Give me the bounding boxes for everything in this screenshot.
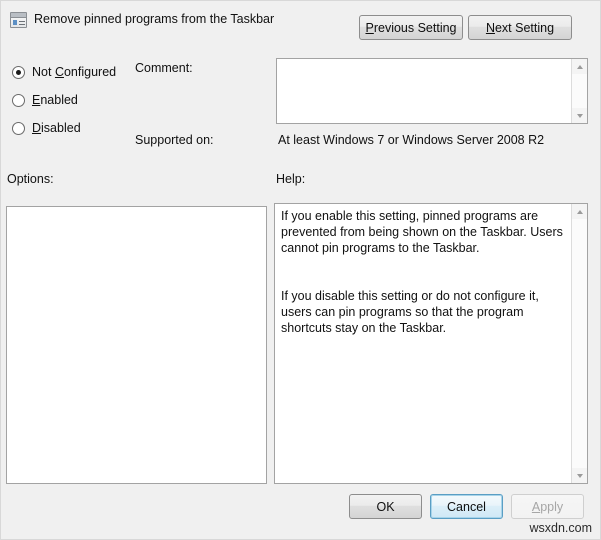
radio-label-accelerator: D <box>32 121 42 135</box>
apply-button-label: pply <box>540 499 564 514</box>
radio-label-post: onfigured <box>63 65 117 79</box>
radio-not-configured-mark <box>12 65 25 79</box>
scroll-up-icon[interactable] <box>572 59 587 74</box>
next-setting-label: ext Setting <box>494 20 555 35</box>
previous-setting-button[interactable]: Previous Setting <box>359 15 463 40</box>
policy-setting-icon <box>10 12 27 28</box>
supported-on-label: Supported on: <box>135 133 214 147</box>
radio-not-configured[interactable]: Not Configured <box>12 63 116 81</box>
ok-button-label: OK <box>376 499 395 514</box>
radio-enabled-label: Enabled <box>32 93 78 107</box>
radio-label-post: isabled <box>41 121 81 135</box>
radio-label-post: nabled <box>40 93 78 107</box>
radio-not-configured-label: Not Configured <box>32 65 116 79</box>
help-label: Help: <box>276 172 306 186</box>
scroll-down-icon[interactable] <box>572 468 587 483</box>
radio-disabled-mark <box>12 121 25 135</box>
previous-setting-label: revious Setting <box>373 20 457 35</box>
previous-setting-accelerator: P <box>365 20 374 35</box>
scroll-down-icon[interactable] <box>572 108 587 123</box>
radio-enabled[interactable]: Enabled <box>12 91 78 109</box>
radio-label-accelerator: C <box>54 65 64 79</box>
icon-line-shape <box>19 24 25 25</box>
ok-button[interactable]: OK <box>349 494 422 519</box>
radio-enabled-mark <box>12 93 25 107</box>
next-setting-button[interactable]: Next Setting <box>468 15 572 40</box>
next-setting-accelerator: N <box>485 20 495 35</box>
supported-on-value: At least Windows 7 or Windows Server 200… <box>278 133 545 147</box>
icon-titlebar-shape <box>11 13 26 18</box>
help-scroll-track[interactable] <box>572 219 587 468</box>
options-label: Options: <box>7 172 54 186</box>
apply-button[interactable]: Apply <box>511 494 584 519</box>
watermark: wsxdn.com <box>529 521 592 535</box>
comment-scrollbar[interactable] <box>571 59 587 123</box>
page-title: Remove pinned programs from the Taskbar <box>34 12 275 26</box>
options-panel[interactable] <box>6 206 267 484</box>
cancel-button[interactable]: Cancel <box>430 494 503 519</box>
dialog-title-row: Remove pinned programs from the Taskbar … <box>1 1 601 47</box>
scroll-up-icon[interactable] <box>572 204 587 219</box>
radio-label-pre: Not <box>32 65 55 79</box>
cancel-button-label: Cancel <box>447 499 486 514</box>
apply-button-accelerator: A <box>531 499 541 514</box>
radio-disabled-label: Disabled <box>32 121 81 135</box>
help-panel[interactable]: If you enable this setting, pinned progr… <box>274 203 588 484</box>
comment-scroll-track[interactable] <box>572 74 587 108</box>
group-policy-setting-dialog: Remove pinned programs from the Taskbar … <box>0 0 601 540</box>
help-scrollbar[interactable] <box>571 204 587 483</box>
icon-line-shape <box>19 21 25 22</box>
radio-disabled[interactable]: Disabled <box>12 119 81 137</box>
comment-label: Comment: <box>135 61 193 75</box>
comment-input[interactable] <box>276 58 588 124</box>
icon-block-shape <box>13 20 17 25</box>
help-panel-content: If you enable this setting, pinned progr… <box>281 209 563 335</box>
